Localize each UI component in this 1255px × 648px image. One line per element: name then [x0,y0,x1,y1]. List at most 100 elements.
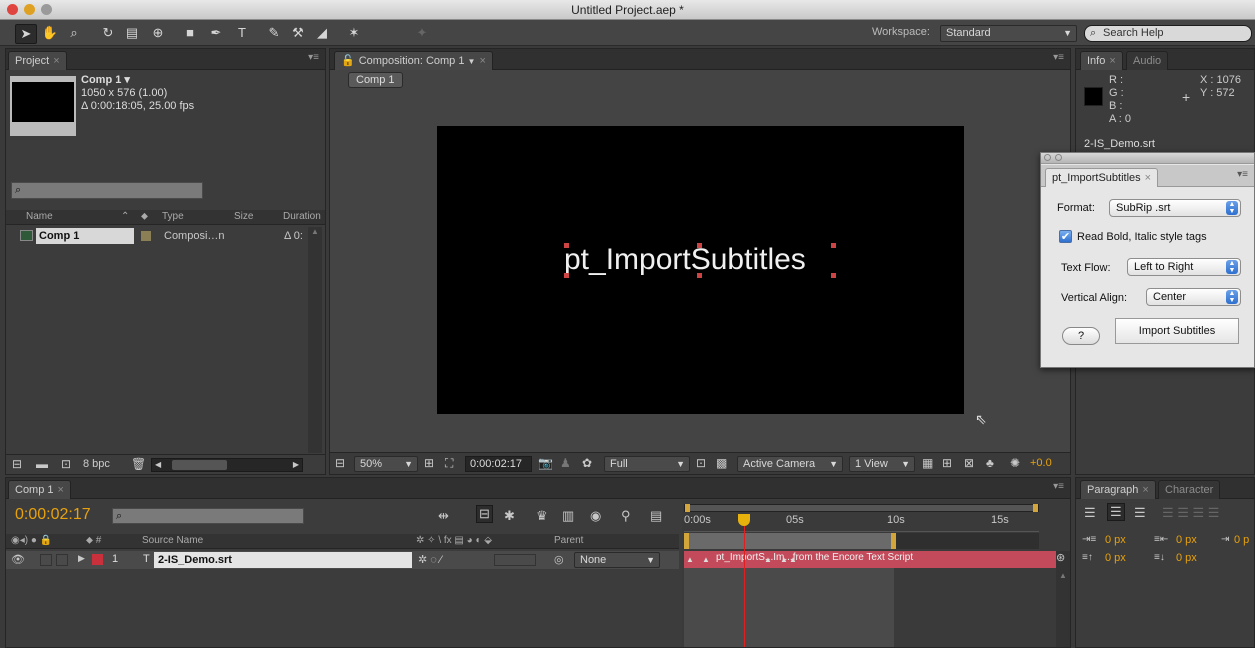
comp-breadcrumb[interactable]: Comp 1 [348,72,403,88]
navigator-start-handle[interactable] [685,504,690,512]
color-channels-icon[interactable]: ✿ [582,456,592,470]
interpret-footage-icon[interactable]: ⊟ [12,457,22,471]
vertical-align-select[interactable]: Center ▲ ▼ [1146,288,1241,306]
selection-handle[interactable] [697,273,702,278]
frame-blending-icon[interactable]: ▥ [562,508,574,524]
text-flow-select[interactable]: Left to Right ▲ ▼ [1127,258,1241,276]
composition-timecode[interactable]: 0:00:02:17 [465,456,532,472]
scroll-up-icon[interactable]: ▲ [1059,571,1067,580]
keyframe-icon[interactable]: ▲ [702,555,710,564]
new-composition-icon[interactable]: ⊡ [61,457,71,471]
selection-handle[interactable] [564,243,569,248]
playhead-line[interactable] [738,514,750,647]
motion-blur-icon[interactable]: ◉ [590,508,601,524]
tab-composition[interactable]: 🔓 Composition: Comp 1 ▼ × [334,51,493,70]
exposure-value[interactable]: +0.0 [1030,457,1052,469]
show-snapshot-icon[interactable]: ♟ [560,456,571,470]
layer-switches-icon[interactable]: ✲ ✧ \ fx ▤ ◕ ◐ ⬙ [416,534,492,548]
project-item-name[interactable]: Comp 1 [36,228,134,244]
scroll-right-icon[interactable]: ▶ [293,459,299,471]
space-before-value[interactable]: 0 px [1105,552,1126,564]
playhead-handle[interactable] [738,514,750,526]
label-tag-icon[interactable]: ⬥ # [86,534,101,548]
keyframe-icon[interactable]: ▲ [789,555,797,564]
layer-row[interactable]: 👁 ▶ 1 T 2-IS_Demo.srt ✲ ◌ ⁄ ◎ None ▼ [6,551,679,569]
shy-layers-icon[interactable]: ♛ [536,508,548,524]
pick-whip-icon[interactable]: ◎ [554,553,564,566]
region-of-interest-icon[interactable]: ⊡ [696,456,706,470]
tab-project[interactable]: Project × [8,51,67,70]
horizontal-scrollbar[interactable]: ◀ ▶ [151,458,303,472]
tab-pt-import-subtitles[interactable]: pt_ImportSubtitles × [1045,168,1159,187]
col-source-name[interactable]: Source Name [142,534,203,548]
color-depth-label[interactable]: 8 bpc [83,458,110,470]
timeline-scrollbar[interactable]: ⊛ ▲ [1056,551,1070,647]
clone-stamp-tool-icon[interactable]: ⚒ [288,24,308,42]
layer-name[interactable]: 2-IS_Demo.srt [154,552,412,568]
live-update-icon[interactable]: ⊟ [476,505,493,523]
label-tag-icon[interactable]: ⬥ [141,210,148,224]
navigator-end-handle[interactable] [1033,504,1038,512]
grid-icon[interactable]: ⊞ [424,456,434,470]
close-window-icon[interactable] [7,4,18,15]
eraser-tool-icon[interactable]: ◢ [312,24,332,42]
selection-handle[interactable] [697,243,702,248]
parent-dropdown[interactable]: None ▼ [574,552,660,568]
composition-canvas[interactable]: pt_ImportSubtitles [437,126,964,414]
zoom-tool-icon[interactable]: ⌕ [64,24,84,42]
draft-3d-icon[interactable]: ✱ [504,508,515,524]
scroll-up-icon[interactable]: ▲ [308,227,322,236]
indent-right-value[interactable]: 0 px [1176,534,1197,546]
dialog-close-icon[interactable] [1044,154,1051,161]
search-help-input[interactable]: ⌕ Search Help [1084,25,1252,42]
view-layout-dropdown[interactable]: 1 View ▼ [849,456,915,472]
zoom-dropdown[interactable]: 50% ▼ [354,456,418,472]
toggle-pixel-aspect-icon[interactable]: ▦ [922,456,933,470]
panel-menu-icon[interactable]: ▾≡ [308,52,319,63]
pen-tool-icon[interactable]: ✒ [206,24,226,42]
label-color-swatch[interactable] [141,231,151,241]
brainstorm-icon[interactable]: ▤ [650,508,662,524]
minimize-window-icon[interactable] [24,4,35,15]
rectangle-tool-icon[interactable]: ■ [180,24,200,42]
puppet-tool-icon[interactable]: ✶ [344,24,364,42]
comp-button-icon[interactable]: ⊛ [1056,551,1065,564]
indent-left-value[interactable]: 0 px [1105,534,1126,546]
collapse-switch-icon[interactable]: ✲ ◌ ⁄ [418,553,442,566]
tab-paragraph[interactable]: Paragraph × [1080,480,1156,499]
lock-toggle[interactable] [56,554,68,566]
scroll-left-icon[interactable]: ◀ [155,459,161,471]
hand-tool-icon[interactable]: ✋ [40,24,60,42]
layer-label-color[interactable] [92,554,103,565]
work-area-start[interactable] [684,533,689,549]
work-area-range[interactable] [684,533,894,549]
eye-icon[interactable]: 👁 [11,553,25,566]
import-subtitles-button[interactable]: Import Subtitles [1115,318,1239,344]
panel-menu-icon[interactable]: ▾≡ [1053,52,1064,63]
timeline-icon[interactable]: ⊠ [964,456,974,470]
fast-previews-icon[interactable]: ⊞ [942,456,952,470]
justify-icons[interactable]: ☰ ☰ ☰ ☰ [1162,505,1219,521]
workspace-dropdown[interactable]: Standard ▼ [940,25,1077,42]
project-search-input[interactable]: ⌕ [11,182,203,199]
pan-behind-tool-icon[interactable]: ⊕ [148,24,168,42]
panel-menu-icon[interactable]: ▾≡ [1053,481,1064,492]
sort-ascending-icon[interactable]: ⌃ [121,210,129,224]
panel-menu-icon[interactable]: ▾≡ [1237,169,1248,180]
new-folder-icon[interactable]: ▬ [36,457,48,471]
audio-toggle[interactable] [40,554,52,566]
zoom-window-icon[interactable] [41,4,52,15]
layer-switches[interactable] [494,554,536,566]
keyframe-icon[interactable]: ▲ [686,555,694,564]
align-right-icon[interactable]: ☰ [1134,505,1146,521]
camera-tool-icon[interactable]: ▤ [122,24,142,42]
safe-margins-icon[interactable]: ⛶ [445,456,453,471]
tab-audio[interactable]: Audio [1126,51,1169,70]
col-type[interactable]: Type [162,210,184,224]
col-duration[interactable]: Duration [283,210,321,224]
transparency-grid-icon[interactable]: ▩ [716,456,727,470]
project-scrollbar[interactable]: ▲ [308,227,322,453]
indent-first-value[interactable]: 0 p [1234,534,1249,546]
scroll-thumb[interactable] [172,460,227,470]
selection-handle[interactable] [831,243,836,248]
